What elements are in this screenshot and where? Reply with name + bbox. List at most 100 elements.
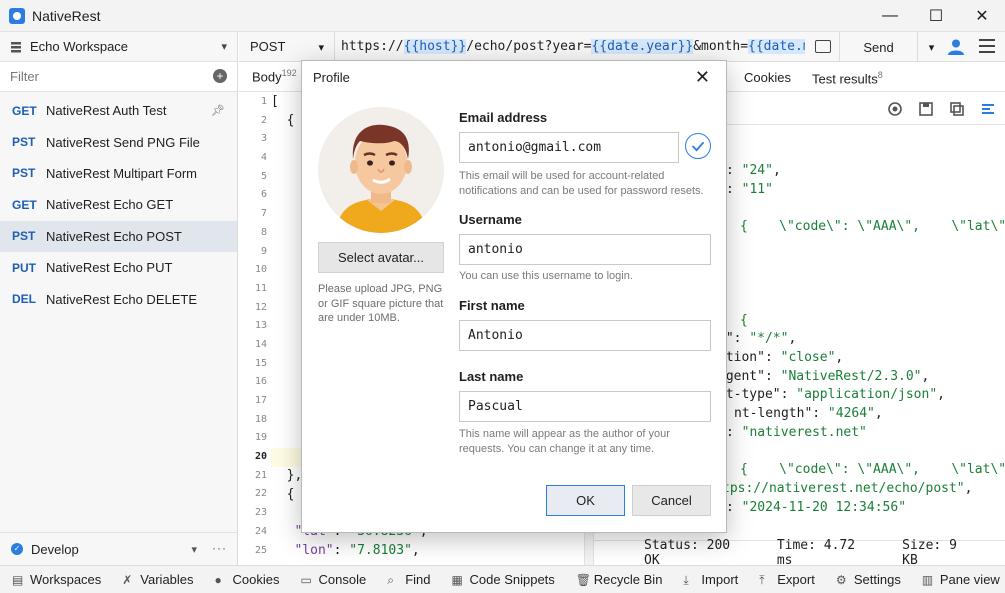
first-name-field[interactable]: Antonio	[459, 320, 711, 351]
add-request-button[interactable]: +	[213, 69, 227, 83]
ok-button[interactable]: OK	[546, 485, 625, 516]
avatar-help-text: Please upload JPG, PNG or GIF square pic…	[318, 283, 444, 324]
method-badge: PST	[12, 166, 36, 181]
code-snippets-icon: ▦	[451, 572, 463, 587]
close-window-button[interactable]: ✕	[959, 0, 1005, 32]
toolbar-recycle-bin-button[interactable]: 🗑︎ Recycle Bin	[576, 572, 663, 587]
line-number: 18	[254, 413, 267, 425]
sidebar-item-request[interactable]: DEL NativeRest Echo DELETE	[0, 283, 237, 314]
method-select[interactable]: POST ▾	[239, 31, 335, 62]
toolbar-workspaces-button[interactable]: ▤ Workspaces	[12, 572, 101, 587]
toolbar-label: Console	[318, 572, 367, 587]
tab-test-results[interactable]: Test results8	[812, 70, 883, 86]
select-avatar-button[interactable]: Select avatar...	[318, 242, 444, 273]
chevron-down-icon: ▾	[191, 544, 197, 556]
line-number: 17	[254, 395, 267, 406]
toolbar-label: Find	[405, 572, 431, 587]
format-icon[interactable]	[981, 102, 995, 116]
url-segment: /echo/post?year=	[466, 39, 592, 54]
response-line: { \"code\": \"AAA\", \"lat\":	[740, 462, 1005, 478]
browser-icon[interactable]	[888, 102, 902, 116]
status-text: Status: 200 OK	[644, 538, 731, 568]
sidebar-item-request[interactable]: PST NativeRest Multipart Form	[0, 158, 237, 189]
toolbar-pane-view-button[interactable]: ▥ Pane view	[922, 572, 1000, 587]
code-line: {	[271, 486, 295, 502]
line-number: 12	[254, 301, 267, 313]
filter-row: +	[0, 62, 237, 92]
response-line: : "2024-11-20 12:34:56"	[726, 499, 907, 515]
hamburger-menu-icon[interactable]	[979, 39, 995, 53]
url-bar: POST ▾ https://{{host}}/echo/post?year={…	[239, 31, 1005, 62]
maximize-button[interactable]: ☐	[913, 0, 959, 32]
sidebar-item-request[interactable]: PUT NativeRest Echo PUT	[0, 252, 237, 283]
tab-cookies[interactable]: Cookies	[744, 70, 791, 85]
username-field[interactable]: antonio	[459, 234, 711, 265]
filter-input[interactable]	[10, 69, 190, 84]
line-number: 20	[254, 451, 267, 463]
line-number: 13	[254, 320, 267, 332]
sidebar-item-request[interactable]: PST NativeRest Send PNG File	[0, 126, 237, 157]
toolbar-label: Recycle Bin	[593, 572, 663, 587]
cookie-icon: ●	[214, 572, 222, 587]
toolbar-code-snippets-button[interactable]: ▦ Code Snippets	[452, 572, 555, 587]
sidebar-item-request[interactable]: GET NativeRest Auth Test 📌︎	[0, 95, 237, 126]
toolbar-settings-button[interactable]: ⚙ Settings	[836, 572, 901, 587]
toolbar-label: Cookies	[232, 572, 280, 587]
username-label: Username	[459, 212, 522, 227]
response-line: {	[740, 312, 748, 328]
avatar	[318, 107, 444, 233]
url-params-icon[interactable]	[815, 40, 831, 53]
method-badge: DEL	[12, 292, 36, 307]
avatar-illustration	[336, 124, 426, 233]
sidebar-item-request[interactable]: GET NativeRest Echo GET	[0, 189, 237, 220]
response-line: agent": "NativeRest/2.3.0",	[718, 368, 930, 384]
toolbar-find-button[interactable]: ⌕ Find	[387, 572, 430, 587]
url-variable: {{host}}	[403, 39, 467, 54]
minimize-button[interactable]: —	[867, 0, 913, 32]
send-button[interactable]: Send	[839, 32, 917, 62]
request-list: GET NativeRest Auth Test 📌︎ PST NativeRest S…	[0, 95, 237, 315]
url-input[interactable]: https://{{host}}/echo/post?year={{date.y…	[335, 39, 805, 54]
code-line: "lon": "7.8103",	[294, 542, 420, 558]
line-number: 11	[254, 282, 267, 294]
request-name: NativeRest Multipart Form	[46, 165, 197, 181]
save-icon[interactable]	[919, 102, 933, 116]
last-name-field[interactable]: Pascual	[459, 391, 711, 422]
response-line: nt-length": "4264",	[734, 406, 883, 422]
tab-body[interactable]: Body192	[252, 68, 297, 84]
toolbar-import-button[interactable]: ⤓ Import	[683, 572, 738, 587]
toolbar-variables-button[interactable]: ✗ Variables	[122, 572, 193, 587]
workspace-selector[interactable]: Echo Workspace ▾	[0, 32, 237, 62]
copy-icon[interactable]	[950, 102, 964, 116]
url-segment: &month=	[693, 39, 749, 54]
method-badge: PUT	[12, 260, 36, 275]
toolbar-export-button[interactable]: ⤒ Export	[759, 572, 815, 587]
request-name: NativeRest Auth Test	[46, 103, 167, 119]
cancel-button[interactable]: Cancel	[632, 485, 711, 516]
toolbar-console-button[interactable]: ▭ Console	[301, 572, 367, 587]
export-icon: ⤒	[759, 572, 765, 587]
pin-icon[interactable]: 📌︎	[211, 104, 225, 117]
user-profile-icon[interactable]	[947, 38, 965, 56]
line-number: 8	[260, 226, 267, 238]
more-options-icon[interactable]: ···	[212, 541, 227, 555]
layers-icon: ▤	[12, 572, 24, 587]
request-name: NativeRest Echo GET	[46, 197, 174, 213]
line-number: 7	[260, 208, 267, 220]
check-icon: ✓	[11, 543, 23, 555]
variables-icon: ✗	[122, 572, 133, 587]
send-options-chevron-icon[interactable]: ▾	[917, 32, 945, 62]
toolbar-cookies-button[interactable]: ● Cookies	[215, 572, 280, 587]
line-number: 5	[260, 170, 267, 182]
method-badge: PST	[12, 229, 36, 244]
dialog-title: Profile	[313, 70, 350, 85]
window-title: NativeRest	[32, 7, 101, 24]
console-icon: ▭	[300, 572, 312, 587]
sidebar-item-request[interactable]: PST NativeRest Echo POST	[0, 220, 237, 252]
email-field[interactable]: antonio@gmail.com	[459, 132, 679, 163]
method-value: POST	[250, 39, 286, 54]
app-logo-icon	[9, 7, 25, 24]
response-line: : "nativerest.net"	[726, 424, 867, 440]
close-icon[interactable]: ✕	[695, 67, 710, 88]
environment-selector[interactable]: ✓ Develop ▾ ···	[0, 532, 237, 565]
